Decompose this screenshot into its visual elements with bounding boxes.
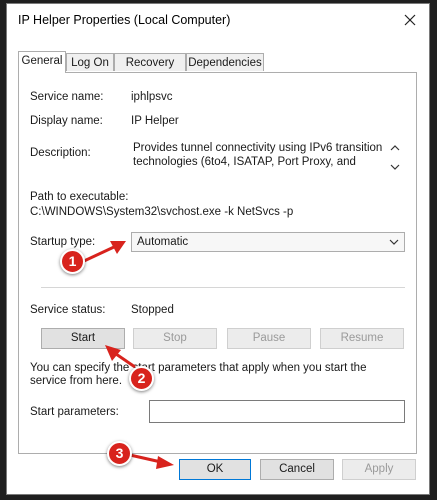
stop-button[interactable]: Stop bbox=[133, 328, 217, 349]
chevron-down-icon bbox=[389, 239, 399, 245]
start-params-hint: You can specify the start parameters tha… bbox=[30, 362, 367, 387]
startup-type-select[interactable]: Automatic bbox=[131, 232, 405, 252]
description-label: Description: bbox=[30, 147, 91, 159]
start-params-input[interactable] bbox=[149, 400, 405, 423]
path-label: Path to executable: bbox=[30, 191, 129, 203]
cancel-button[interactable]: Cancel bbox=[260, 459, 334, 480]
title-bar[interactable]: IP Helper Properties (Local Computer) bbox=[7, 4, 429, 35]
tab-general[interactable]: General bbox=[18, 51, 66, 73]
chevron-up-icon bbox=[390, 145, 400, 151]
startup-type-value: Automatic bbox=[137, 236, 189, 248]
tab-log-on[interactable]: Log On bbox=[66, 53, 114, 71]
pause-button[interactable]: Pause bbox=[227, 328, 311, 349]
service-status-value: Stopped bbox=[131, 304, 174, 316]
separator bbox=[41, 287, 405, 288]
start-button[interactable]: Start bbox=[41, 328, 125, 349]
display-name-label: Display name: bbox=[30, 115, 103, 127]
tab-recovery[interactable]: Recovery bbox=[114, 53, 186, 71]
service-name-value: iphlpsvc bbox=[131, 91, 173, 103]
annotation-badge-3: 3 bbox=[107, 441, 132, 466]
annotation-badge-2: 2 bbox=[129, 366, 154, 391]
close-icon bbox=[404, 14, 416, 26]
service-name-label: Service name: bbox=[30, 91, 104, 103]
window-title: IP Helper Properties (Local Computer) bbox=[18, 13, 231, 27]
path-value: C:\WINDOWS\System32\svchost.exe -k NetSv… bbox=[30, 206, 294, 218]
description-text: Provides tunnel connectivity using IPv6 … bbox=[133, 142, 383, 168]
close-button[interactable] bbox=[399, 9, 421, 31]
service-status-label: Service status: bbox=[30, 304, 106, 316]
ok-button[interactable]: OK bbox=[179, 459, 251, 480]
description-scroll-up[interactable] bbox=[389, 142, 401, 154]
resume-button[interactable]: Resume bbox=[320, 328, 404, 349]
description-box[interactable]: Provides tunnel connectivity using IPv6 … bbox=[131, 139, 403, 177]
chevron-down-icon bbox=[390, 164, 400, 170]
startup-type-label: Startup type: bbox=[30, 236, 96, 248]
apply-button[interactable]: Apply bbox=[342, 459, 416, 480]
annotation-badge-1: 1 bbox=[60, 249, 85, 274]
start-params-label: Start parameters: bbox=[30, 406, 119, 418]
description-scroll-down[interactable] bbox=[389, 161, 401, 173]
tab-dependencies[interactable]: Dependencies bbox=[186, 53, 264, 71]
display-name-value: IP Helper bbox=[131, 115, 179, 127]
